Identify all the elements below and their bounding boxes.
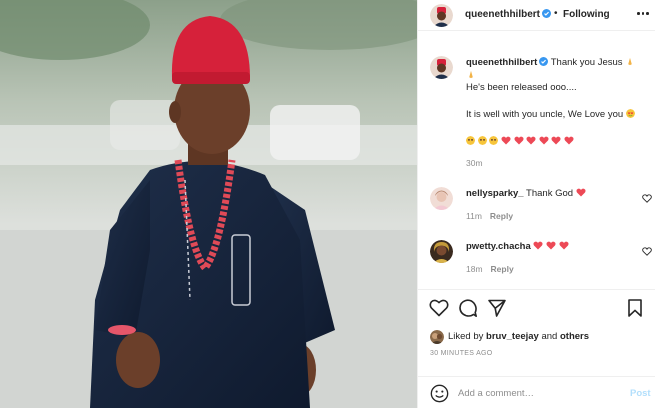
liker-username-link[interactable]: bruv_teejay	[486, 331, 539, 342]
comment-2-text: pwetty.chacha	[466, 240, 652, 253]
post-header: queenethhilbert • Following	[418, 0, 655, 31]
post-side-panel: queenethhilbert • Following queenethhilb…	[417, 0, 655, 408]
comment-time[interactable]: 18m	[466, 264, 483, 274]
caption-text-1: Thank you Jesus	[550, 57, 623, 68]
heart-eyes-emoji-icon	[625, 109, 635, 118]
comment-body: Thank God	[526, 188, 574, 199]
pleading-face-emoji-icon	[466, 136, 475, 145]
author-username-link[interactable]: queenethhilbert	[465, 9, 552, 20]
comment-1-text: nellysparky_ Thank God	[466, 187, 652, 200]
caption-username-link[interactable]: queenethhilbert	[466, 57, 537, 68]
verified-badge-icon	[542, 9, 552, 18]
comment-time[interactable]: 11m	[466, 211, 482, 221]
more-options-icon[interactable]	[637, 12, 649, 16]
add-comment-input[interactable]	[458, 385, 613, 402]
red-heart-emoji-icon	[533, 241, 543, 250]
comment-1-meta: 11m Reply	[466, 211, 513, 221]
red-heart-emoji-icon	[501, 136, 511, 145]
commenter-avatar[interactable]	[430, 187, 453, 210]
red-heart-emoji-icon	[514, 136, 524, 145]
caption-text-3: It is well with you uncle, We Love you	[466, 109, 624, 120]
like-heart-icon[interactable]	[429, 298, 449, 318]
praying-hands-emoji-icon	[469, 70, 473, 79]
following-button[interactable]: Following	[563, 9, 610, 20]
post-actions: Liked by bruv_teejay and others 30 MINUT…	[418, 289, 655, 408]
like-comment-heart-icon[interactable]	[642, 194, 652, 203]
post-timestamp[interactable]: 30 MINUTES AGO	[430, 350, 493, 357]
red-heart-emoji-icon	[551, 136, 562, 145]
praying-hands-emoji-icon	[628, 57, 633, 66]
comment-2-meta: 18m Reply	[466, 264, 514, 274]
comments-list: queenethhilbert Thank you Jesus He's bee…	[418, 31, 655, 289]
caption-author-avatar[interactable]	[430, 56, 453, 79]
caption-time[interactable]: 30m	[466, 158, 483, 168]
commenter-username-link[interactable]: pwetty.chacha	[466, 241, 531, 252]
red-heart-emoji-icon	[576, 188, 586, 197]
emoji-smiley-icon[interactable]	[430, 384, 449, 403]
like-comment-heart-icon[interactable]	[642, 247, 652, 256]
add-comment-row: Post	[418, 376, 655, 408]
caption-line-2: He's been released ooo....	[466, 82, 577, 93]
save-bookmark-icon[interactable]	[625, 298, 645, 318]
verified-badge-icon	[539, 57, 549, 66]
header-separator-dot: •	[554, 8, 558, 19]
caption-line-3: It is well with you uncle, We Love you	[466, 108, 652, 121]
commenter-avatar[interactable]	[430, 240, 453, 263]
instagram-post: queenethhilbert • Following queenethhilb…	[0, 0, 655, 408]
red-heart-emoji-icon	[546, 241, 556, 250]
likes-others-link[interactable]: others	[560, 331, 589, 342]
likes-joiner: and	[541, 331, 558, 342]
red-heart-emoji-icon	[564, 136, 574, 145]
red-heart-emoji-icon	[559, 241, 569, 250]
reply-button[interactable]: Reply	[491, 264, 514, 274]
likes-summary: Liked by bruv_teejay and others	[448, 331, 589, 342]
red-heart-emoji-icon	[539, 136, 549, 145]
likes-prefix: Liked by	[448, 331, 484, 342]
author-avatar[interactable]	[430, 4, 453, 27]
pleading-face-emoji-icon	[489, 136, 499, 145]
post-comment-button[interactable]: Post	[630, 388, 651, 399]
commenter-username-link[interactable]: nellysparky_	[466, 188, 524, 199]
liker-avatar[interactable]	[430, 330, 444, 344]
post-photo[interactable]	[0, 0, 417, 408]
pleading-face-emoji-icon	[477, 136, 487, 145]
share-paper-plane-icon[interactable]	[487, 298, 507, 318]
photo-man-in-red-cap	[0, 0, 417, 408]
caption-emoji-row	[466, 135, 652, 148]
comment-bubble-icon[interactable]	[458, 298, 478, 318]
reply-button[interactable]: Reply	[490, 211, 513, 221]
caption-line-1: queenethhilbert Thank you Jesus	[466, 56, 652, 82]
red-heart-emoji-icon	[526, 136, 536, 145]
